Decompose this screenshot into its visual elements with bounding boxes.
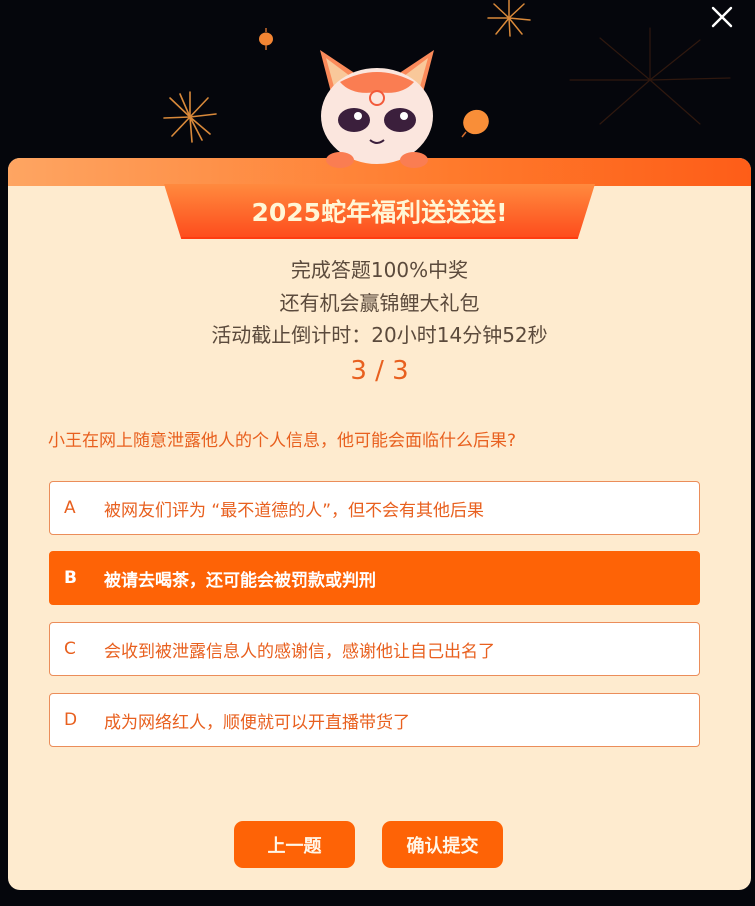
firework-decoration bbox=[163, 91, 217, 143]
firework-decoration bbox=[487, 0, 531, 37]
prev-question-button[interactable]: 上一题 bbox=[234, 821, 355, 868]
question-text: 小王在网上随意泄露他人的个人信息，他可能会面临什么后果? bbox=[48, 431, 517, 451]
option-letter: D bbox=[64, 710, 78, 730]
option-c[interactable]: C 会收到被泄露信息人的感谢信，感谢他让自己出名了 bbox=[49, 622, 700, 676]
option-text: 会收到被泄露信息人的感谢信，感谢他让自己出名了 bbox=[104, 641, 495, 662]
cat-mascot bbox=[320, 50, 434, 168]
firework-decoration bbox=[569, 27, 731, 125]
option-b[interactable]: B 被请去喝茶，还可能会被罚款或判刑 bbox=[49, 551, 700, 605]
quiz-panel: 2025蛇年福利送送送! 完成答题100%中奖 还有机会赢锦鲤大礼包 活动截止倒… bbox=[8, 158, 751, 890]
option-text: 被请去喝茶，还可能会被罚款或判刑 bbox=[104, 570, 376, 591]
option-d[interactable]: D 成为网络红人，顺便就可以开直播带货了 bbox=[49, 693, 700, 747]
option-letter: C bbox=[64, 639, 76, 659]
page-title: 2025蛇年福利送送送! bbox=[251, 197, 508, 227]
option-letter: B bbox=[64, 568, 77, 588]
countdown-text: 活动截止倒计时：20小时14分钟52秒 bbox=[211, 323, 548, 347]
option-text: 被网友们评为 “最不道德的人”，但不会有其他后果 bbox=[104, 500, 485, 521]
title-ribbon: 2025蛇年福利送送送! bbox=[164, 184, 595, 239]
submit-button[interactable]: 确认提交 bbox=[382, 821, 503, 868]
lantern-decoration bbox=[259, 28, 273, 50]
option-letter: A bbox=[64, 498, 76, 518]
lantern-decoration bbox=[461, 109, 489, 138]
info-line-1: 完成答题100%中奖 bbox=[290, 258, 469, 282]
option-a[interactable]: A 被网友们评为 “最不道德的人”，但不会有其他后果 bbox=[49, 481, 700, 535]
info-line-2: 还有机会赢锦鲤大礼包 bbox=[279, 291, 480, 315]
question-progress: 3 / 3 bbox=[350, 356, 409, 386]
close-icon[interactable] bbox=[707, 2, 737, 32]
option-text: 成为网络红人，顺便就可以开直播带货了 bbox=[104, 712, 410, 733]
